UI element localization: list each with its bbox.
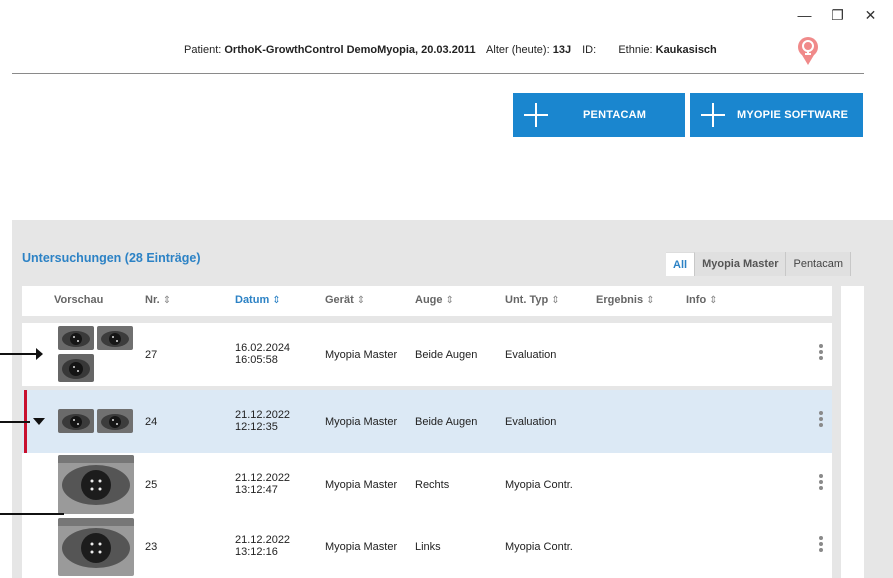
minimize-button[interactable]: —: [788, 4, 821, 26]
row-nr: 27: [145, 349, 158, 361]
row-date-time: 12:12:35: [235, 421, 278, 433]
row-device: Myopia Master: [325, 349, 398, 361]
row-nr: 23: [145, 541, 158, 553]
restore-button[interactable]: ❐: [821, 4, 854, 26]
row-date-time: 13:12:47: [235, 484, 278, 496]
row-date: 21.12.2022 13:12:47: [235, 472, 290, 496]
eye-thumbnail-large: [58, 455, 134, 514]
sort-icon: ⇕: [551, 295, 560, 306]
sort-icon: ⇕: [162, 295, 172, 306]
row-menu-icon[interactable]: [817, 411, 825, 429]
table-row[interactable]: 25 21.12.2022 13:12:47 Myopia Master Rech…: [22, 453, 832, 516]
col-eye-label: Auge: [415, 294, 443, 306]
close-button[interactable]: ✕: [854, 4, 887, 26]
expand-arrow-icon[interactable]: [36, 348, 43, 360]
row-date-day: 21.12.2022: [235, 472, 291, 484]
pentacam-button[interactable]: PENTACAM: [513, 93, 685, 137]
row-date: 21.12.2022 12:12:35: [235, 409, 290, 433]
annotation-arrow-line: [0, 513, 64, 515]
row-type: Evaluation: [505, 349, 557, 361]
eye-thumbnail: [58, 326, 94, 350]
annotation-arrow-line: [0, 353, 36, 355]
col-result[interactable]: Ergebnis ⇕: [596, 294, 654, 306]
header-divider: [12, 73, 864, 74]
table-header: Vorschau Nr. ⇕ Datum ⇕ Gerät ⇕ Auge ⇕ Unt. T…: [22, 286, 832, 316]
row-eye: Beide Augen: [415, 416, 478, 428]
row-device: Myopia Master: [325, 479, 398, 491]
myopie-software-button-label: MYOPIE SOFTWARE: [737, 109, 849, 121]
row-date-day: 21.12.2022: [235, 409, 291, 421]
col-info[interactable]: Info ⇕: [686, 294, 718, 306]
col-nr-label: Nr.: [145, 294, 160, 306]
col-info-label: Info: [686, 294, 707, 306]
sort-icon: ⇕: [709, 295, 718, 306]
table-row-selected[interactable]: 24 21.12.2022 12:12:35 Myopia Master Beid…: [22, 390, 832, 453]
exams-panel: Untersuchungen (28 Einträge) All Myopia …: [12, 220, 893, 578]
col-device-label: Gerät: [325, 294, 354, 306]
annotation-arrow-line: [0, 421, 30, 423]
collapse-arrow-icon[interactable]: [33, 418, 45, 425]
patient-header: Patient: OrthoK-GrowthControl DemoMyopia…: [184, 44, 717, 56]
age-label: Alter (heute):: [486, 44, 550, 56]
row-menu-icon[interactable]: [817, 474, 825, 492]
col-result-label: Ergebnis: [596, 294, 644, 306]
sort-icon: ⇕: [356, 295, 366, 306]
col-date[interactable]: Datum ⇕: [235, 294, 281, 306]
col-type-label: Unt. Typ: [505, 294, 549, 306]
table-row[interactable]: 23 21.12.2022 13:12:16 Myopia Master Link…: [22, 516, 832, 578]
age-value: 13J: [552, 44, 572, 56]
row-date-day: 16.02.2024: [235, 342, 291, 354]
col-type[interactable]: Unt. Typ ⇕: [505, 294, 560, 306]
sort-icon: ⇕: [272, 295, 281, 306]
col-preview-label: Vorschau: [54, 294, 104, 306]
ethnicity-value: Kaukasisch: [655, 44, 717, 56]
sort-icon: ⇕: [646, 295, 655, 306]
row-nr: 24: [145, 416, 158, 428]
plus-icon: [513, 102, 559, 128]
row-eye: Links: [415, 541, 441, 553]
tab-myopia-master[interactable]: Myopia Master: [695, 252, 787, 276]
row-type: Myopia Contr.: [505, 541, 573, 553]
row-menu-icon[interactable]: [817, 536, 825, 554]
row-type: Myopia Contr.: [505, 479, 573, 491]
female-icon: [795, 36, 821, 66]
ethnicity-label: Ethnie:: [618, 44, 653, 56]
row-date-day: 21.12.2022: [235, 534, 291, 546]
row-date: 21.12.2022 13:12:16: [235, 534, 290, 558]
row-menu-icon[interactable]: [817, 344, 825, 362]
col-preview: Vorschau: [54, 294, 103, 306]
eye-thumbnail-large: [58, 518, 134, 576]
eye-thumbnail: [58, 409, 94, 433]
exams-title: Untersuchungen (28 Einträge): [22, 251, 201, 265]
tab-all[interactable]: All: [666, 252, 696, 276]
window-controls: — ❐ ✕: [788, 4, 887, 26]
patient-label: Patient:: [184, 44, 222, 56]
table-row[interactable]: 27 16.02.2024 16:05:58 Myopia Master Beid…: [22, 323, 832, 386]
pentacam-button-label: PENTACAM: [583, 109, 647, 121]
row-date-time: 16:05:58: [235, 354, 278, 366]
row-type: Evaluation: [505, 416, 557, 428]
table-scrollbar[interactable]: [841, 286, 864, 578]
row-nr: 25: [145, 479, 158, 491]
col-nr[interactable]: Nr. ⇕: [145, 294, 171, 306]
id-label: ID:: [582, 44, 597, 56]
row-eye: Beide Augen: [415, 349, 478, 361]
tab-pentacam[interactable]: Pentacam: [786, 252, 852, 276]
col-date-label: Datum: [235, 294, 270, 306]
myopie-software-button[interactable]: MYOPIE SOFTWARE: [690, 93, 863, 137]
row-device: Myopia Master: [325, 541, 398, 553]
device-filter-tabs: All Myopia Master Pentacam: [666, 252, 852, 276]
eye-thumbnail: [58, 354, 94, 382]
patient-name: OrthoK-GrowthControl DemoMyopia, 20.03.2…: [224, 44, 476, 56]
eye-thumbnail: [97, 326, 133, 350]
plus-icon: [690, 102, 736, 128]
sort-icon: ⇕: [445, 295, 454, 306]
col-device[interactable]: Gerät ⇕: [325, 294, 365, 306]
row-device: Myopia Master: [325, 416, 398, 428]
eye-thumbnail: [97, 409, 133, 433]
col-eye[interactable]: Auge ⇕: [415, 294, 454, 306]
row-eye: Rechts: [415, 479, 450, 491]
row-date: 16.02.2024 16:05:58: [235, 342, 290, 366]
row-date-time: 13:12:16: [235, 546, 278, 558]
